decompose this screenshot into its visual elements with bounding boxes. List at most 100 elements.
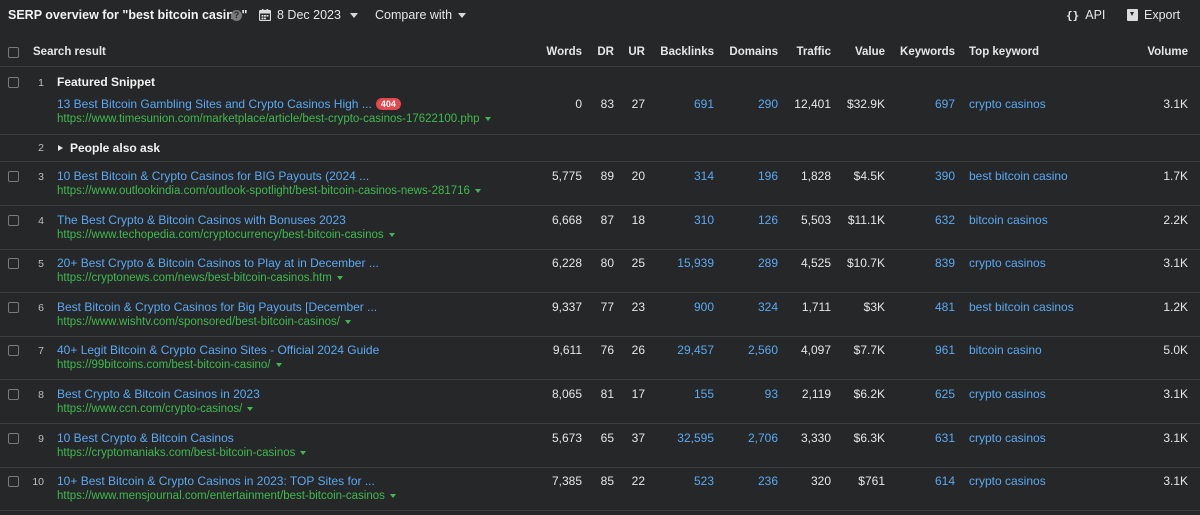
result-url-link[interactable]: https://www.techopedia.com/cryptocurrenc…	[57, 229, 395, 241]
result-url-link[interactable]: https://www.timesunion.com/marketplace/a…	[57, 113, 491, 125]
domains-link[interactable]: 2,560	[748, 343, 778, 357]
row-checkbox[interactable]	[8, 215, 19, 226]
backlinks-link[interactable]: 29,457	[677, 343, 714, 357]
select-all-checkbox[interactable]	[8, 47, 19, 58]
position-number: 4	[38, 215, 44, 227]
keywords-link[interactable]: 390	[935, 169, 955, 183]
row-checkbox[interactable]	[8, 302, 19, 313]
chevron-down-icon	[474, 188, 481, 193]
words-value: 6,228	[551, 256, 582, 270]
result-title-link[interactable]: Best Bitcoin & Crypto Casinos for Big Pa…	[57, 300, 377, 314]
top-keyword-link[interactable]: bitcoin casinos	[969, 213, 1048, 227]
traffic-value: 4,525	[800, 256, 831, 270]
backlinks-link[interactable]: 523	[694, 474, 714, 488]
value-value: $3K	[863, 300, 885, 314]
top-keyword-link[interactable]: bitcoin casino	[969, 343, 1042, 357]
column-dr[interactable]: DR	[597, 46, 614, 58]
domains-link[interactable]: 324	[758, 300, 778, 314]
keywords-link[interactable]: 631	[935, 431, 955, 445]
date-picker-button[interactable]: 8 Dec 2023	[259, 8, 358, 22]
top-keyword-link[interactable]: crypto casinos	[969, 387, 1046, 401]
table-row: 7 40+ Legit Bitcoin & Crypto Casino Sites…	[0, 336, 1200, 380]
column-top-keyword[interactable]: Top keyword	[969, 46, 1039, 58]
ur-value: 27	[631, 97, 645, 111]
column-backlinks[interactable]: Backlinks	[660, 46, 714, 58]
row-checkbox[interactable]	[8, 258, 19, 269]
result-url-link[interactable]: https://www.outlookindia.com/outlook-spo…	[57, 185, 481, 197]
backlinks-link[interactable]: 32,595	[677, 431, 714, 445]
help-icon[interactable]: ?	[231, 10, 242, 21]
people-also-ask-toggle[interactable]: People also ask	[58, 141, 160, 155]
top-keyword-link[interactable]: best bitcoin casino	[969, 169, 1068, 183]
result-title-link[interactable]: 20+ Best Crypto & Bitcoin Casinos to Pla…	[57, 256, 379, 270]
keywords-link[interactable]: 625	[935, 387, 955, 401]
domains-link[interactable]: 236	[758, 474, 778, 488]
column-value[interactable]: Value	[855, 46, 885, 58]
table-row: 6 Best Bitcoin & Crypto Casinos for Big P…	[0, 293, 1200, 337]
result-url-link[interactable]: https://cryptonews.com/news/best-bitcoin…	[57, 272, 343, 284]
words-value: 9,611	[552, 343, 582, 357]
volume-value: 1.2K	[1163, 300, 1188, 314]
keywords-link[interactable]: 632	[935, 213, 955, 227]
result-title-link[interactable]: 10 Best Bitcoin & Crypto Casinos for BIG…	[57, 169, 369, 183]
result-title-link[interactable]: 13 Best Bitcoin Gambling Sites and Crypt…	[57, 97, 401, 111]
domains-link[interactable]: 290	[758, 97, 778, 111]
result-url-link[interactable]: https://99bitcoins.com/best-bitcoin-casi…	[57, 359, 282, 371]
result-title-link[interactable]: 10+ Best Bitcoin & Crypto Casinos in 202…	[57, 474, 375, 488]
keywords-link[interactable]: 481	[935, 300, 955, 314]
domains-link[interactable]: 2,706	[748, 431, 778, 445]
row-checkbox[interactable]	[8, 171, 19, 182]
result-title-link[interactable]: 40+ Legit Bitcoin & Crypto Casino Sites …	[57, 343, 379, 357]
column-domains[interactable]: Domains	[729, 46, 778, 58]
top-keyword-link[interactable]: crypto casinos	[969, 97, 1046, 111]
domains-link[interactable]: 196	[758, 169, 778, 183]
value-value: $6.3K	[853, 431, 885, 445]
backlinks-link[interactable]: 310	[694, 213, 714, 227]
keywords-link[interactable]: 839	[935, 256, 955, 270]
domains-link[interactable]: 289	[758, 256, 778, 270]
top-keyword-link[interactable]: crypto casinos	[969, 431, 1046, 445]
column-ur[interactable]: UR	[628, 46, 645, 58]
dr-value: 87	[600, 213, 614, 227]
table-row: 5 20+ Best Crypto & Bitcoin Casinos to Pl…	[0, 249, 1200, 293]
table-row: 3 10 Best Bitcoin & Crypto Casinos for BI…	[0, 162, 1200, 206]
top-keyword-link[interactable]: crypto casinos	[969, 256, 1046, 270]
keywords-link[interactable]: 614	[935, 474, 955, 488]
result-url-link[interactable]: https://www.mensjournal.com/entertainmen…	[57, 490, 396, 502]
compare-with-dropdown[interactable]: Compare with	[375, 8, 467, 22]
column-traffic[interactable]: Traffic	[796, 46, 831, 58]
column-words[interactable]: Words	[546, 46, 582, 58]
backlinks-link[interactable]: 15,939	[677, 256, 714, 270]
result-title-link[interactable]: The Best Crypto & Bitcoin Casinos with B…	[57, 213, 346, 227]
top-keyword-link[interactable]: crypto casinos	[969, 474, 1046, 488]
row-checkbox[interactable]	[8, 345, 19, 356]
backlinks-link[interactable]: 691	[694, 97, 714, 111]
top-keyword-link[interactable]: best bitcoin casinos	[969, 300, 1074, 314]
result-url-link[interactable]: https://www.ccn.com/crypto-casinos/	[57, 403, 254, 415]
domains-link[interactable]: 126	[758, 213, 778, 227]
volume-value: 2.2K	[1163, 213, 1188, 227]
traffic-value: 1,828	[800, 169, 831, 183]
domains-link[interactable]: 93	[765, 387, 778, 401]
result-url-link[interactable]: https://www.wishtv.com/sponsored/best-bi…	[57, 316, 351, 328]
backlinks-link[interactable]: 314	[694, 169, 714, 183]
result-title-link[interactable]: Best Crypto & Bitcoin Casinos in 2023	[57, 387, 260, 401]
column-volume[interactable]: Volume	[1147, 46, 1188, 58]
result-url-link[interactable]: https://cryptomaniaks.com/best-bitcoin-c…	[57, 447, 307, 459]
dr-value: 83	[600, 97, 614, 111]
traffic-value: 4,097	[800, 343, 831, 357]
column-keywords[interactable]: Keywords	[900, 46, 955, 58]
keywords-link[interactable]: 961	[935, 343, 955, 357]
backlinks-link[interactable]: 155	[694, 387, 714, 401]
result-title-link[interactable]: 10 Best Crypto & Bitcoin Casinos	[57, 431, 234, 445]
expand-arrow-icon	[58, 145, 63, 151]
keywords-link[interactable]: 697	[935, 97, 955, 111]
row-checkbox[interactable]	[8, 476, 19, 487]
backlinks-link[interactable]: 900	[694, 300, 714, 314]
api-button[interactable]: {} API	[1066, 8, 1105, 22]
export-button[interactable]: Export	[1127, 8, 1180, 22]
row-checkbox[interactable]	[8, 77, 19, 88]
column-search-result[interactable]: Search result	[33, 46, 106, 58]
row-checkbox[interactable]	[8, 389, 19, 400]
row-checkbox[interactable]	[8, 433, 19, 444]
